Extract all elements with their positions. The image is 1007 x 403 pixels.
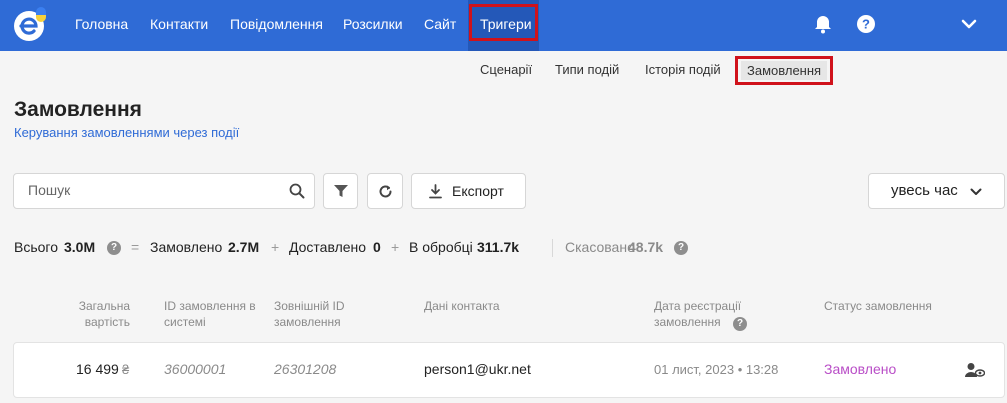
cell-external-id: 26301208 <box>274 361 337 377</box>
equals-sign: = <box>131 239 140 255</box>
svg-text:?: ? <box>862 17 870 32</box>
refresh-button[interactable] <box>367 173 403 209</box>
header-status[interactable]: Статус замовлення <box>824 298 954 314</box>
subnav-event-history[interactable]: Історія подій <box>645 62 721 78</box>
subnav-event-types[interactable]: Типи подій <box>555 62 619 78</box>
stat-processing-value: 311.7k <box>477 239 520 255</box>
plus-sign: + <box>271 239 280 255</box>
nav-item-triggers[interactable]: Тригери <box>468 0 539 51</box>
nav-item-contacts[interactable]: Контакти <box>150 0 208 51</box>
page-subtitle: Керування замовленнями через події <box>14 125 240 140</box>
stat-delivered-value: 0 <box>373 239 381 255</box>
period-dropdown[interactable]: увесь час <box>868 173 1005 209</box>
search-input[interactable] <box>28 182 278 198</box>
stat-cancelled-label: Скасовано <box>565 239 635 255</box>
currency-symbol: ₴ <box>122 362 130 377</box>
divider <box>552 239 553 257</box>
cell-cost: 16 499 <box>76 361 119 377</box>
chevron-down-icon <box>970 188 982 195</box>
nav-item-home[interactable]: Головна <box>75 0 128 51</box>
plus-sign: + <box>391 239 400 255</box>
subnav-orders[interactable]: Замовлення <box>741 61 828 80</box>
view-contact-icon[interactable] <box>965 362 985 378</box>
stat-ordered-label: Замовлено <box>150 239 223 255</box>
export-label: Експорт <box>452 183 504 199</box>
subnav-scenarios[interactable]: Сценарії <box>480 62 532 78</box>
top-navbar: Головна Контакти Повідомлення Розсилки С… <box>0 0 1007 51</box>
cell-date: 01 лист, 2023 • 13:28 <box>654 362 779 377</box>
filter-funnel-icon <box>334 185 348 197</box>
stat-ordered-value: 2.7M <box>228 239 260 255</box>
filter-button[interactable] <box>323 173 358 209</box>
bell-icon[interactable] <box>812 13 834 35</box>
chevron-down-icon[interactable] <box>958 13 980 35</box>
search-box <box>13 173 315 209</box>
nav-item-messages[interactable]: Повідомлення <box>230 0 323 51</box>
period-label: увесь час <box>891 182 958 199</box>
download-icon <box>429 184 442 199</box>
header-contact[interactable]: Дані контакта <box>424 298 574 314</box>
stat-total-label: Всього <box>14 239 59 255</box>
nav-item-campaigns[interactable]: Розсилки <box>343 0 403 51</box>
help-icon[interactable]: ? <box>674 241 688 255</box>
refresh-icon <box>379 185 392 198</box>
help-icon[interactable]: ? <box>855 13 877 35</box>
cell-contact[interactable]: person1@ukr.net <box>424 361 531 377</box>
header-order-id[interactable]: ID замовлення в системі <box>164 298 264 330</box>
help-icon[interactable]: ? <box>733 317 747 331</box>
nav-item-site[interactable]: Сайт <box>424 0 456 51</box>
stat-cancelled-value: 48.7k <box>628 239 664 255</box>
header-total-cost[interactable]: Загальна вартість <box>70 298 130 330</box>
search-icon[interactable] <box>289 183 305 199</box>
esputnik-logo-icon[interactable] <box>12 7 48 43</box>
cell-status: Замовлено <box>824 361 897 377</box>
table-row[interactable]: 16 499 ₴ 36000001 26301208 person1@ukr.n… <box>13 342 1005 398</box>
cell-order-id[interactable]: 36000001 <box>164 361 226 377</box>
page-title: Замовлення <box>14 98 142 121</box>
header-external-id[interactable]: Зовнішній ID замовлення <box>274 298 374 330</box>
stat-processing-label: В обробці <box>409 239 473 255</box>
export-button[interactable]: Експорт <box>411 173 526 209</box>
stat-delivered-label: Доставлено <box>289 239 367 255</box>
help-icon[interactable]: ? <box>107 241 121 255</box>
stat-total-value: 3.0M <box>64 239 96 255</box>
